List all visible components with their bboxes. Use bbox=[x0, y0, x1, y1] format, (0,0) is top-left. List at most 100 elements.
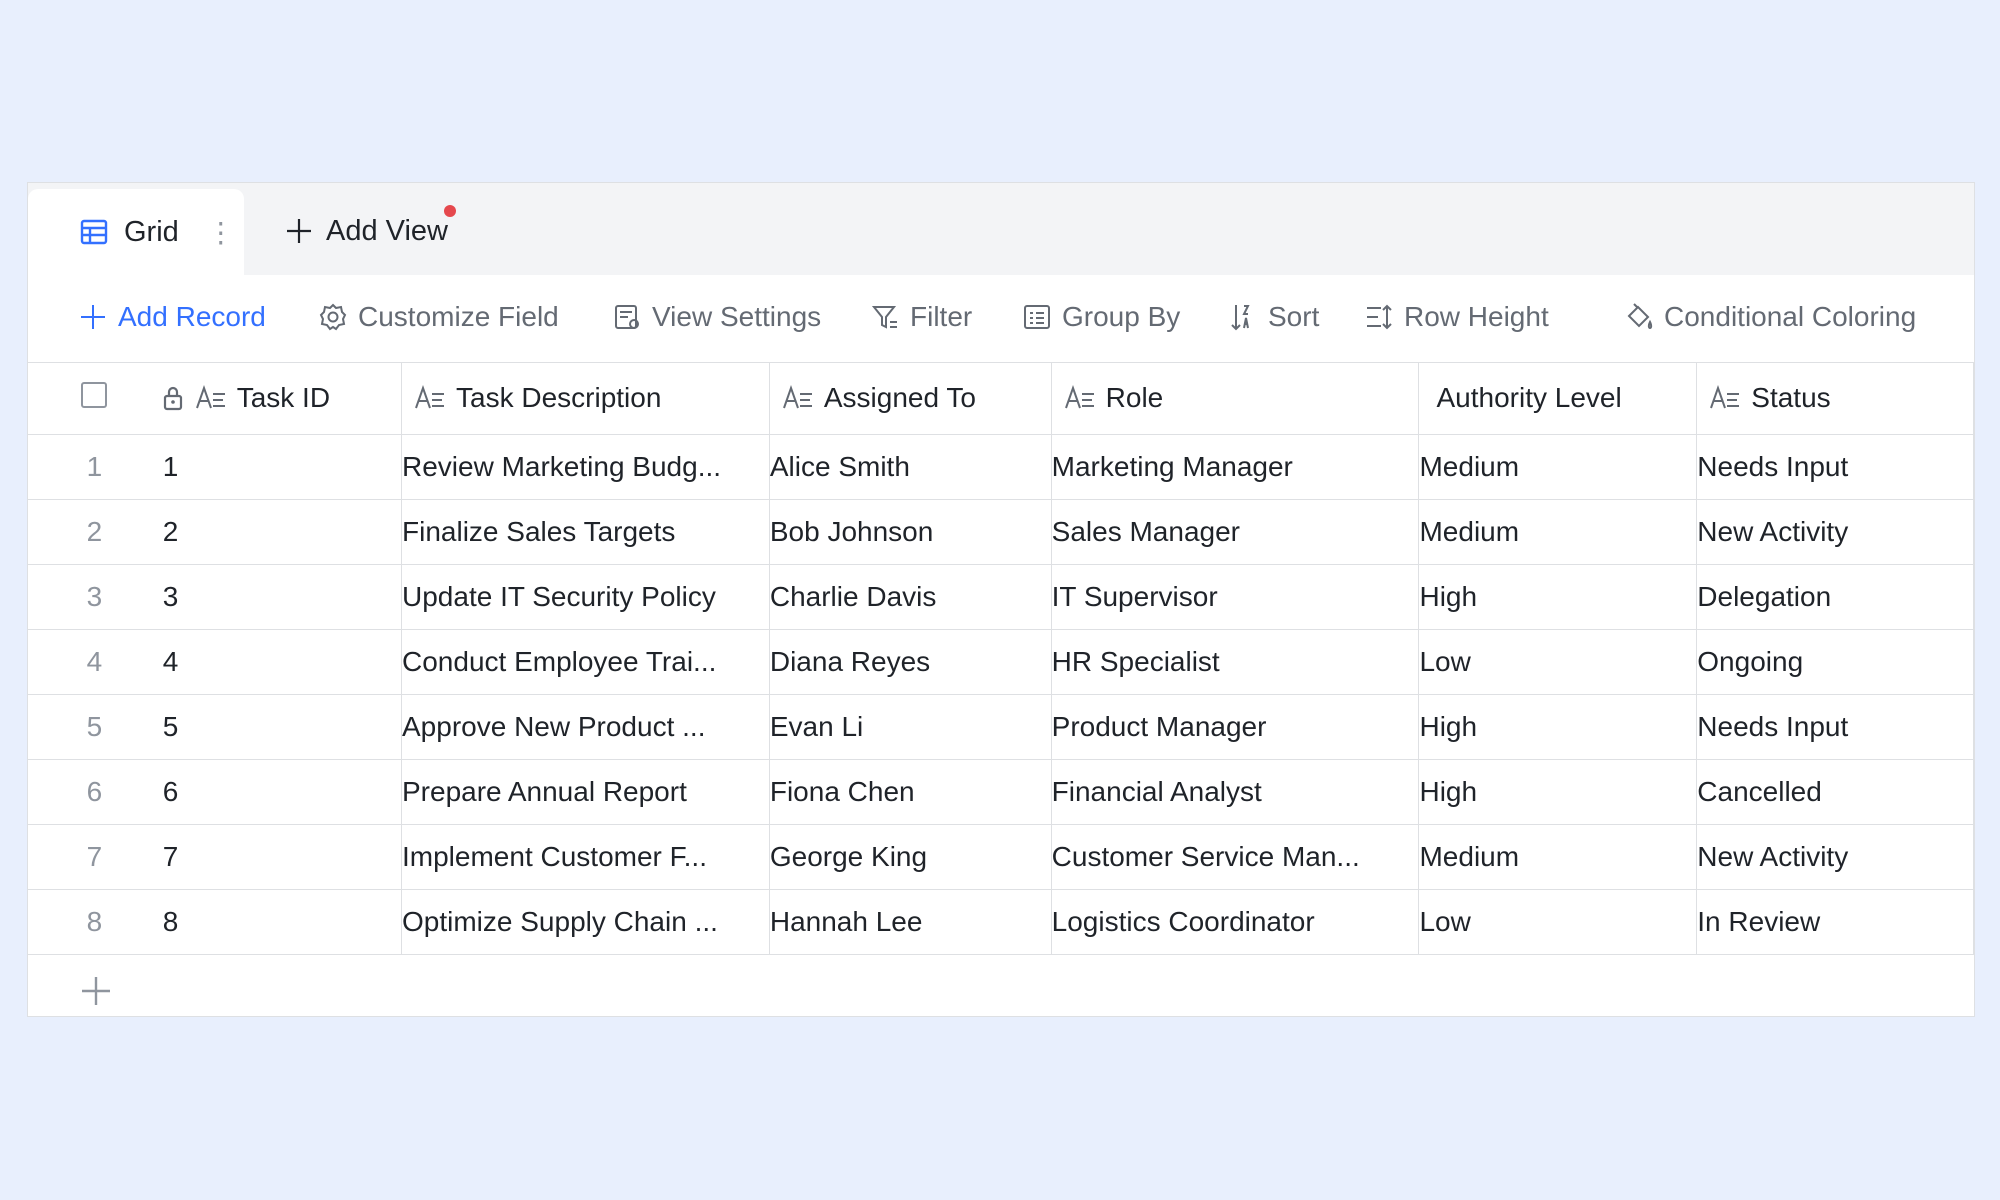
cell-assigned-to[interactable]: Alice Smith bbox=[769, 434, 1052, 500]
cell-role[interactable]: Marketing Manager bbox=[1051, 434, 1420, 500]
cell-task-id[interactable]: 4 bbox=[160, 629, 402, 695]
cell-task-id[interactable]: 7 bbox=[160, 824, 402, 890]
column-label: Task ID bbox=[236, 382, 331, 414]
table-row[interactable]: 8 8 Optimize Supply Chain ... Hannah Lee… bbox=[28, 889, 1974, 955]
select-all-checkbox[interactable] bbox=[81, 381, 108, 408]
cell-role[interactable]: IT Supervisor bbox=[1051, 564, 1420, 630]
view-settings-button[interactable]: View Settings bbox=[612, 295, 821, 339]
gear-icon bbox=[319, 303, 347, 331]
row-number: 1 bbox=[28, 434, 161, 500]
cell-role[interactable]: Financial Analyst bbox=[1051, 759, 1420, 825]
cell-authority-level[interactable]: Medium bbox=[1418, 824, 1698, 890]
table-row[interactable]: 6 6 Prepare Annual Report Fiona Chen Fin… bbox=[28, 759, 1974, 825]
group-by-icon bbox=[1024, 305, 1050, 329]
cell-authority-level[interactable]: Low bbox=[1418, 629, 1698, 695]
sort-button[interactable]: Sort bbox=[1228, 295, 1319, 339]
cell-status[interactable]: New Activity bbox=[1696, 499, 1974, 565]
column-header-task-description[interactable]: Task Description bbox=[401, 363, 770, 435]
task-id-value: 2 bbox=[162, 515, 179, 547]
group-by-button[interactable]: Group By bbox=[1022, 295, 1180, 339]
conditional-coloring-button[interactable]: Conditional Coloring bbox=[1624, 295, 1916, 339]
customize-field-button[interactable]: Customize Field bbox=[318, 295, 559, 339]
add-view-button[interactable]: Add View bbox=[284, 205, 456, 253]
cell-authority-level[interactable]: Medium bbox=[1418, 434, 1698, 500]
table-row[interactable]: 2 2 Finalize Sales Targets Bob Johnson S… bbox=[28, 499, 1974, 565]
row-height-button[interactable]: Row Height bbox=[1364, 295, 1549, 339]
plus-icon bbox=[81, 305, 105, 329]
add-row-button[interactable] bbox=[76, 971, 116, 1011]
cell-status[interactable]: Needs Input bbox=[1696, 434, 1974, 500]
task-id-value: 5 bbox=[162, 710, 179, 742]
cell-task-description[interactable]: Conduct Employee Trai... bbox=[401, 629, 770, 695]
cell-status[interactable]: New Activity bbox=[1696, 824, 1974, 890]
cell-task-id[interactable]: 1 bbox=[160, 434, 402, 500]
select-all-cell bbox=[28, 363, 161, 435]
cell-authority-level[interactable]: High bbox=[1418, 694, 1698, 760]
lock-icon bbox=[163, 387, 182, 411]
cell-authority-level[interactable]: High bbox=[1418, 759, 1698, 825]
column-header-role[interactable]: Role bbox=[1051, 363, 1420, 435]
column-header-status[interactable]: Status bbox=[1696, 363, 1974, 435]
cell-role[interactable]: HR Specialist bbox=[1051, 629, 1420, 695]
cell-role[interactable]: Customer Service Man... bbox=[1051, 824, 1420, 890]
task-id-value: 7 bbox=[162, 840, 179, 872]
cell-role[interactable]: Product Manager bbox=[1051, 694, 1420, 760]
text-field-icon bbox=[1064, 385, 1094, 409]
cell-assigned-to[interactable]: Fiona Chen bbox=[769, 759, 1052, 825]
cell-assigned-to[interactable]: George King bbox=[769, 824, 1052, 890]
cell-status[interactable]: Cancelled bbox=[1696, 759, 1974, 825]
cell-task-id[interactable]: 2 bbox=[160, 499, 402, 565]
text-field-icon bbox=[415, 385, 444, 409]
row-number: 3 bbox=[28, 564, 161, 630]
task-id-value: 3 bbox=[162, 580, 179, 612]
toolbar: Add Record Customize Field View Settings… bbox=[28, 275, 1974, 363]
cell-status[interactable]: In Review bbox=[1696, 889, 1974, 955]
cell-role[interactable]: Sales Manager bbox=[1051, 499, 1420, 565]
cell-task-description[interactable]: Review Marketing Budg... bbox=[401, 434, 770, 500]
filter-button[interactable]: Filter bbox=[870, 295, 972, 339]
column-header-authority-level[interactable]: Authority Level bbox=[1418, 363, 1698, 435]
cell-status[interactable]: Delegation bbox=[1696, 564, 1974, 630]
grid-view-panel: Grid ⋮ Add View Add Record Customize Fie… bbox=[27, 182, 1975, 1017]
cell-role[interactable]: Logistics Coordinator bbox=[1051, 889, 1420, 955]
cell-assigned-to[interactable]: Diana Reyes bbox=[769, 629, 1052, 695]
cell-task-id[interactable]: 6 bbox=[160, 759, 402, 825]
task-id-value: 8 bbox=[162, 905, 179, 937]
text-field-icon bbox=[195, 385, 225, 409]
cell-authority-level[interactable]: High bbox=[1418, 564, 1698, 630]
add-record-button[interactable]: Add Record bbox=[78, 295, 266, 339]
table-row[interactable]: 1 1 Review Marketing Budg... Alice Smith… bbox=[28, 434, 1974, 500]
table-row[interactable]: 5 5 Approve New Product ... Evan Li Prod… bbox=[28, 694, 1974, 760]
filter-icon bbox=[871, 306, 897, 329]
cell-assigned-to[interactable]: Hannah Lee bbox=[769, 889, 1052, 955]
cell-status[interactable]: Ongoing bbox=[1696, 629, 1974, 695]
view-settings-label: View Settings bbox=[652, 301, 822, 332]
cell-task-id[interactable]: 8 bbox=[160, 889, 402, 955]
cell-task-description[interactable]: Finalize Sales Targets bbox=[401, 499, 770, 565]
column-header-task-id[interactable]: Task ID bbox=[160, 363, 402, 435]
cell-task-description[interactable]: Approve New Product ... bbox=[401, 694, 770, 760]
cell-task-description[interactable]: Update IT Security Policy bbox=[401, 564, 770, 630]
cell-task-description[interactable]: Optimize Supply Chain ... bbox=[401, 889, 770, 955]
cell-assigned-to[interactable]: Evan Li bbox=[769, 694, 1052, 760]
cell-task-id[interactable]: 3 bbox=[160, 564, 402, 630]
cell-task-description[interactable]: Implement Customer F... bbox=[401, 824, 770, 890]
column-label: Task Description bbox=[456, 382, 662, 414]
cell-task-id[interactable]: 5 bbox=[160, 694, 402, 760]
table-header-row: Task ID Task Description Assigned To Rol… bbox=[28, 363, 1974, 435]
table-row[interactable]: 4 4 Conduct Employee Trai... Diana Reyes… bbox=[28, 629, 1974, 695]
column-header-assigned-to[interactable]: Assigned To bbox=[769, 363, 1052, 435]
tab-grid[interactable]: Grid ⋮ bbox=[28, 189, 244, 275]
cell-assigned-to[interactable]: Charlie Davis bbox=[769, 564, 1052, 630]
cell-task-description[interactable]: Prepare Annual Report bbox=[401, 759, 770, 825]
cell-authority-level[interactable]: Low bbox=[1418, 889, 1698, 955]
cell-authority-level[interactable]: Medium bbox=[1418, 499, 1698, 565]
cell-assigned-to[interactable]: Bob Johnson bbox=[769, 499, 1052, 565]
filter-label: Filter bbox=[910, 301, 973, 332]
table-row[interactable]: 3 3 Update IT Security Policy Charlie Da… bbox=[28, 564, 1974, 630]
table-row[interactable]: 7 7 Implement Customer F... George King … bbox=[28, 824, 1974, 890]
sort-label: Sort bbox=[1268, 301, 1320, 332]
more-options-icon[interactable]: ⋮ bbox=[207, 216, 235, 249]
cell-status[interactable]: Needs Input bbox=[1696, 694, 1974, 760]
row-number: 7 bbox=[28, 824, 161, 890]
